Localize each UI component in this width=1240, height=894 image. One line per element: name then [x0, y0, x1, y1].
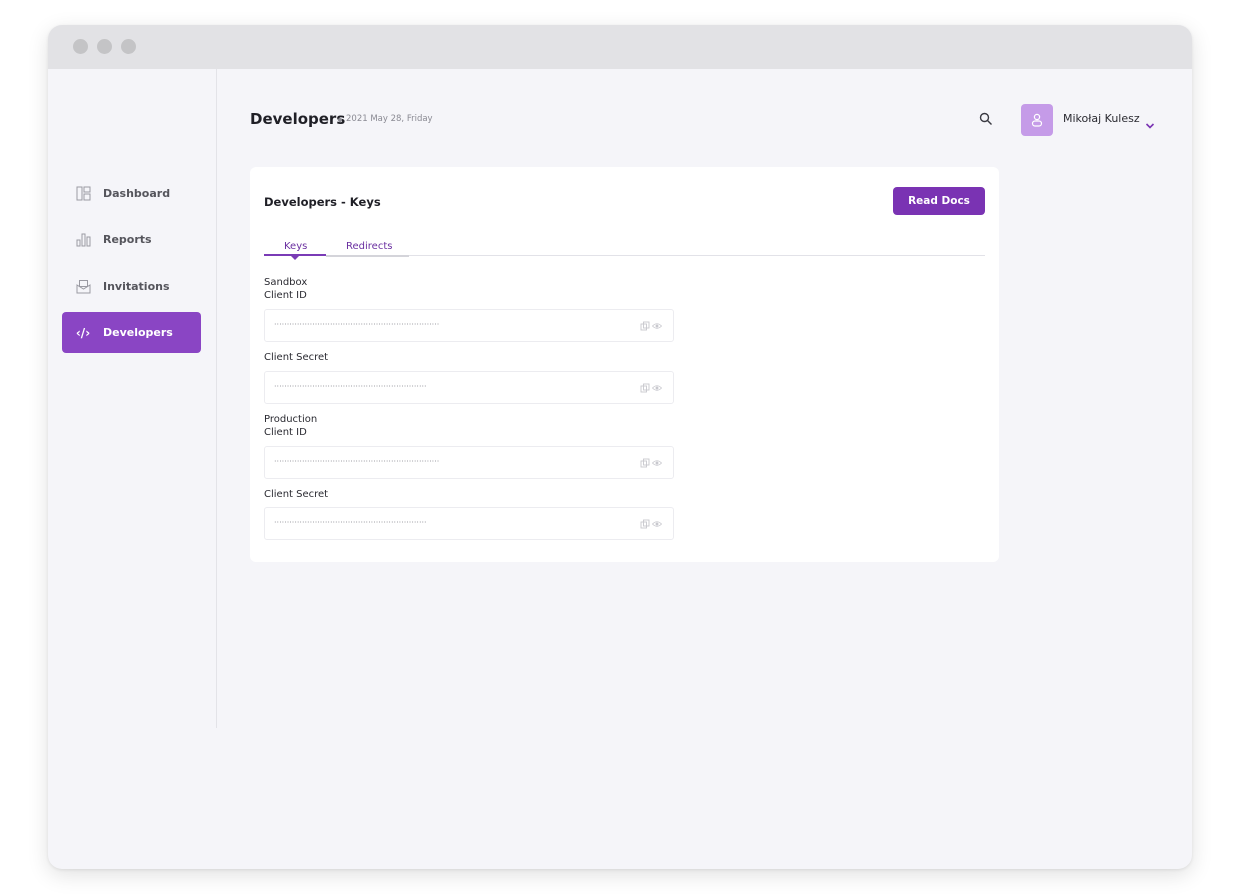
- envelope-icon: [74, 278, 92, 296]
- avatar[interactable]: [1021, 104, 1053, 136]
- read-docs-button[interactable]: Read Docs: [893, 187, 985, 215]
- window-close-dot[interactable]: [73, 39, 88, 54]
- page-date: 2021 May 28, Friday: [346, 114, 433, 124]
- tab-keys[interactable]: Keys: [284, 241, 307, 252]
- eye-icon[interactable]: [652, 519, 662, 529]
- sandbox-client-secret-field[interactable]: ········································…: [264, 371, 674, 404]
- tab-redirects[interactable]: Redirects: [346, 241, 392, 252]
- sandbox-client-id-field[interactable]: ········································…: [264, 309, 674, 342]
- tab-redirects-underline: [326, 255, 409, 257]
- page-title: Developers: [250, 110, 346, 128]
- separator-dot: [338, 118, 342, 122]
- sandbox-section-label: Sandbox: [264, 277, 308, 288]
- masked-value: ········································…: [274, 457, 440, 466]
- production-client-id-label: Client ID: [264, 427, 307, 438]
- masked-value: ········································…: [274, 320, 440, 329]
- chevron-down-icon[interactable]: [1145, 115, 1155, 129]
- copy-icon[interactable]: [640, 519, 650, 529]
- developer-keys-card: Developers - Keys Read Docs Keys Redirec…: [250, 167, 999, 562]
- copy-icon[interactable]: [640, 321, 650, 331]
- eye-icon[interactable]: [652, 321, 662, 331]
- sidebar: Dashboard Reports Invitations ‹/› Develo…: [48, 69, 217, 728]
- sidebar-item-developers[interactable]: ‹/› Developers: [62, 312, 201, 353]
- sidebar-item-reports[interactable]: Reports: [62, 219, 201, 260]
- sandbox-client-id-label: Client ID: [264, 290, 307, 301]
- window-titlebar: [48, 25, 1192, 69]
- masked-value: ········································…: [274, 382, 427, 391]
- sidebar-item-label: Reports: [103, 233, 152, 246]
- search-icon[interactable]: [979, 111, 995, 127]
- production-client-secret-label: Client Secret: [264, 489, 329, 500]
- eye-icon[interactable]: [652, 458, 662, 468]
- copy-icon[interactable]: [640, 458, 650, 468]
- code-icon: ‹/›: [75, 325, 91, 340]
- user-icon: [1031, 113, 1043, 127]
- card-title: Developers - Keys: [264, 195, 381, 209]
- production-client-secret-field[interactable]: ········································…: [264, 507, 674, 540]
- sandbox-client-secret-label: Client Secret: [264, 352, 329, 363]
- copy-icon[interactable]: [640, 383, 650, 393]
- sidebar-item-label: Developers: [103, 326, 173, 339]
- sidebar-item-invitations[interactable]: Invitations: [62, 266, 201, 307]
- production-section-label: Production: [264, 414, 318, 425]
- user-name[interactable]: Mikołaj Kulesz: [1063, 112, 1140, 125]
- dashboard-icon: [74, 185, 92, 203]
- sidebar-item-label: Dashboard: [103, 187, 171, 200]
- sidebar-item-label: Invitations: [103, 280, 170, 293]
- window-minimize-dot[interactable]: [97, 39, 112, 54]
- sidebar-item-dashboard[interactable]: Dashboard: [62, 173, 201, 214]
- active-tab-caret: [291, 256, 299, 260]
- masked-value: ········································…: [274, 518, 427, 527]
- production-client-id-field[interactable]: ········································…: [264, 446, 674, 479]
- eye-icon[interactable]: [652, 383, 662, 393]
- window-maximize-dot[interactable]: [121, 39, 136, 54]
- browser-window: Dashboard Reports Invitations ‹/› Develo…: [48, 25, 1192, 869]
- bar-chart-icon: [74, 231, 92, 249]
